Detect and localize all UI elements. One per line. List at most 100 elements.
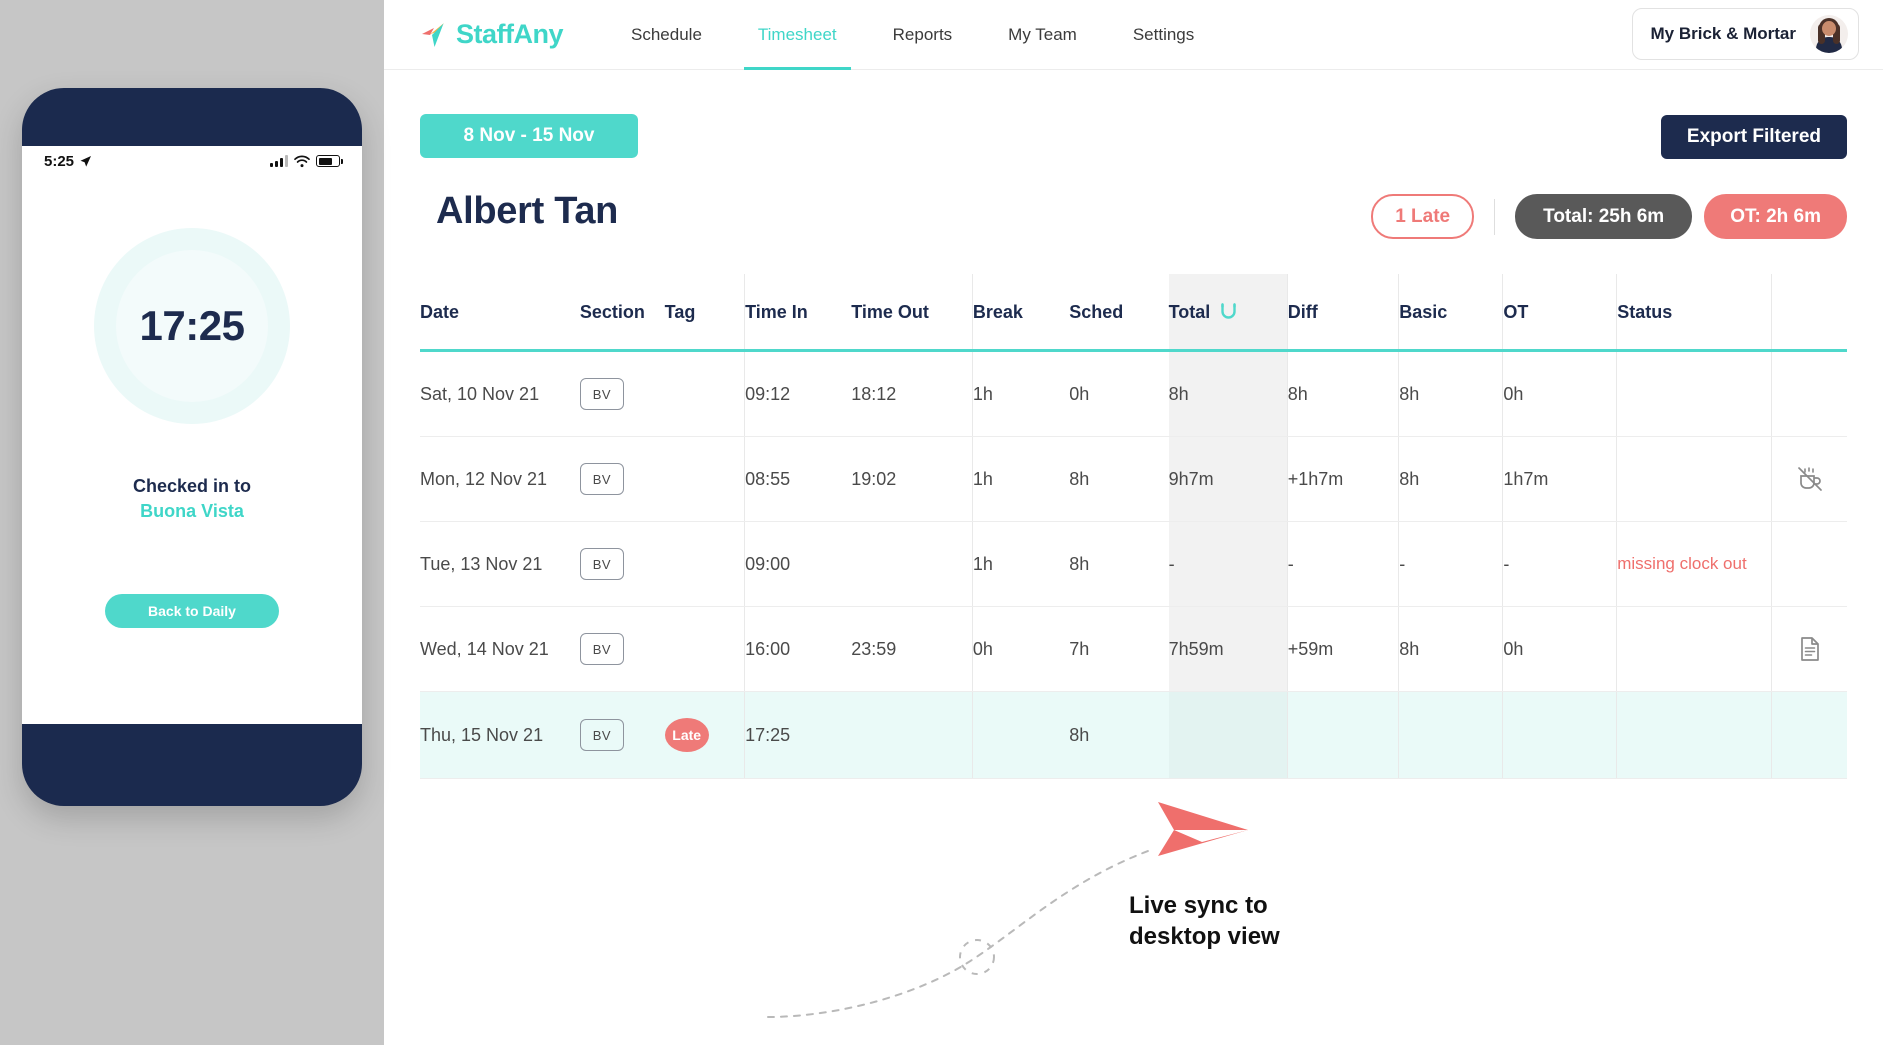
table-row[interactable]: Thu, 15 Nov 21 BV Late 17:25 8h — [420, 691, 1847, 779]
cell-status: missing clock out — [1616, 521, 1772, 607]
section-chip[interactable]: BV — [579, 378, 624, 410]
col-header-break[interactable]: Break — [971, 274, 1070, 352]
cell-sched: 0h — [1069, 350, 1169, 437]
date-range-button[interactable]: 8 Nov - 15 Nov — [420, 114, 638, 158]
col-header-ot[interactable]: OT — [1502, 274, 1617, 352]
cell-total: 7h59m — [1168, 606, 1288, 692]
nav-item-my-team[interactable]: My Team — [980, 0, 1105, 70]
col-header-status[interactable]: Status — [1616, 274, 1772, 352]
cell-break — [971, 691, 1070, 779]
cell-time-out[interactable] — [851, 691, 973, 779]
section-chip[interactable]: BV — [579, 548, 624, 580]
col-header-tag[interactable]: Tag — [664, 274, 745, 352]
cell-row-icon[interactable] — [1771, 691, 1847, 779]
cell-ot: 0h — [1502, 350, 1617, 437]
cell-sched: 7h — [1069, 606, 1169, 692]
cell-time-out[interactable]: 23:59 — [851, 606, 973, 692]
nav-item-settings[interactable]: Settings — [1105, 0, 1222, 70]
cell-row-icon[interactable] — [1771, 436, 1847, 522]
cell-tag — [664, 606, 745, 692]
table-row[interactable]: Mon, 12 Nov 21 BV 08:55 19:02 1h 8h 9h7m +1h7m 8… — [420, 436, 1847, 522]
org-switcher[interactable]: My Brick & Mortar — [1631, 8, 1859, 60]
cell-date: Thu, 15 Nov 21 — [420, 691, 580, 779]
cell-section: BV — [579, 691, 665, 779]
cell-time-in[interactable]: 16:00 — [744, 606, 852, 692]
cell-tag — [664, 521, 745, 607]
timesheet-table-wrap: Date Section Tag Time In Time Out Break … — [420, 274, 1847, 779]
cell-time-in[interactable]: 09:12 — [744, 350, 852, 437]
col-header-sched[interactable]: Sched — [1069, 274, 1169, 352]
cell-date: Sat, 10 Nov 21 — [420, 350, 580, 437]
nav-item-reports[interactable]: Reports — [865, 0, 981, 70]
total-hours-badge[interactable]: Total: 25h 6m — [1515, 194, 1693, 239]
cell-sched: 8h — [1069, 521, 1169, 607]
section-chip[interactable]: BV — [579, 463, 624, 495]
cell-basic — [1398, 691, 1503, 779]
cell-time-out[interactable]: 19:02 — [851, 436, 973, 522]
app-logo[interactable]: StaffAny — [420, 19, 564, 50]
phone-status-icons — [270, 154, 343, 168]
phone-clock-time: 17:25 — [139, 302, 245, 349]
timesheet-table: Date Section Tag Time In Time Out Break … — [420, 274, 1847, 779]
col-header-basic[interactable]: Basic — [1398, 274, 1503, 352]
cell-break: 0h — [971, 606, 1070, 692]
overtime-badge[interactable]: OT: 2h 6m — [1704, 194, 1847, 239]
cell-row-icon[interactable] — [1771, 521, 1847, 607]
app-logo-text: StaffAny — [456, 19, 564, 49]
cell-ot: - — [1502, 521, 1617, 607]
cell-break: 1h — [971, 521, 1070, 607]
table-row[interactable]: Tue, 13 Nov 21 BV 09:00 1h 8h - - - - missing clo… — [420, 521, 1847, 607]
phone-checked-in-location: Buona Vista — [140, 501, 244, 521]
screenshot-root: StaffAny Schedule Timesheet Reports My T… — [0, 0, 1883, 1045]
export-filtered-button[interactable]: Export Filtered — [1660, 115, 1847, 159]
late-count-badge[interactable]: 1 Late — [1371, 194, 1475, 239]
cell-date: Mon, 12 Nov 21 — [420, 436, 580, 522]
nav-item-schedule[interactable]: Schedule — [603, 0, 730, 70]
cell-row-icon[interactable] — [1771, 350, 1847, 437]
phone-status-bar: 5:25 — [22, 146, 362, 176]
back-to-daily-button[interactable]: Back to Daily — [105, 594, 279, 628]
note-icon — [1800, 637, 1819, 661]
col-header-total-label: Total — [1168, 302, 1211, 322]
cell-row-icon[interactable] — [1771, 606, 1847, 692]
col-header-time-out[interactable]: Time Out — [851, 274, 973, 352]
col-header-date[interactable]: Date — [420, 274, 580, 352]
col-header-section[interactable]: Section — [579, 274, 665, 352]
staffany-logo-icon — [422, 22, 444, 47]
cell-time-in[interactable]: 09:00 — [744, 521, 852, 607]
signal-bars-icon — [270, 155, 288, 167]
cell-diff — [1286, 691, 1399, 779]
cell-time-out[interactable] — [851, 521, 973, 607]
toolbar-row: 8 Nov - 15 Nov Export Filtered — [420, 70, 1847, 178]
late-tag-badge[interactable]: Late — [664, 718, 709, 752]
page-title: Albert Tan — [436, 190, 619, 232]
org-name: My Brick & Mortar — [1650, 24, 1796, 43]
section-chip[interactable]: BV — [579, 719, 624, 751]
table-body: Sat, 10 Nov 21 BV 09:12 18:12 1h 0h 8h 8h 8h 0h Mo… — [420, 350, 1847, 779]
nav-item-timesheet[interactable]: Timesheet — [730, 0, 865, 70]
timesheet-page: 8 Nov - 15 Nov Export Filtered Albert Ta… — [384, 70, 1883, 1018]
phone-status-time: 5:25 — [44, 152, 75, 170]
table-row[interactable]: Wed, 14 Nov 21 BV 16:00 23:59 0h 7h 7h59m +59m 8… — [420, 606, 1847, 692]
cell-break: 1h — [971, 350, 1070, 437]
col-header-diff[interactable]: Diff — [1286, 274, 1399, 352]
section-chip[interactable]: BV — [579, 633, 624, 665]
cell-tag: Late — [664, 691, 745, 779]
cell-diff: +59m — [1286, 606, 1399, 692]
cell-status — [1616, 350, 1772, 437]
no-break-icon — [1797, 467, 1822, 491]
col-header-time-in[interactable]: Time In — [744, 274, 852, 352]
battery-icon — [316, 155, 343, 167]
wifi-icon — [294, 154, 310, 167]
cell-time-out[interactable]: 18:12 — [851, 350, 973, 437]
cell-tag — [664, 436, 745, 522]
cell-time-in[interactable]: 17:25 — [744, 691, 852, 779]
col-header-actions — [1771, 274, 1847, 352]
cell-time-in[interactable]: 08:55 — [744, 436, 852, 522]
cell-status — [1616, 606, 1772, 692]
cell-basic: - — [1398, 521, 1503, 607]
cell-tag — [664, 350, 745, 437]
col-header-total[interactable]: Total — [1168, 274, 1288, 352]
table-row[interactable]: Sat, 10 Nov 21 BV 09:12 18:12 1h 0h 8h 8h 8h 0h — [420, 350, 1847, 437]
cell-status — [1616, 691, 1772, 779]
